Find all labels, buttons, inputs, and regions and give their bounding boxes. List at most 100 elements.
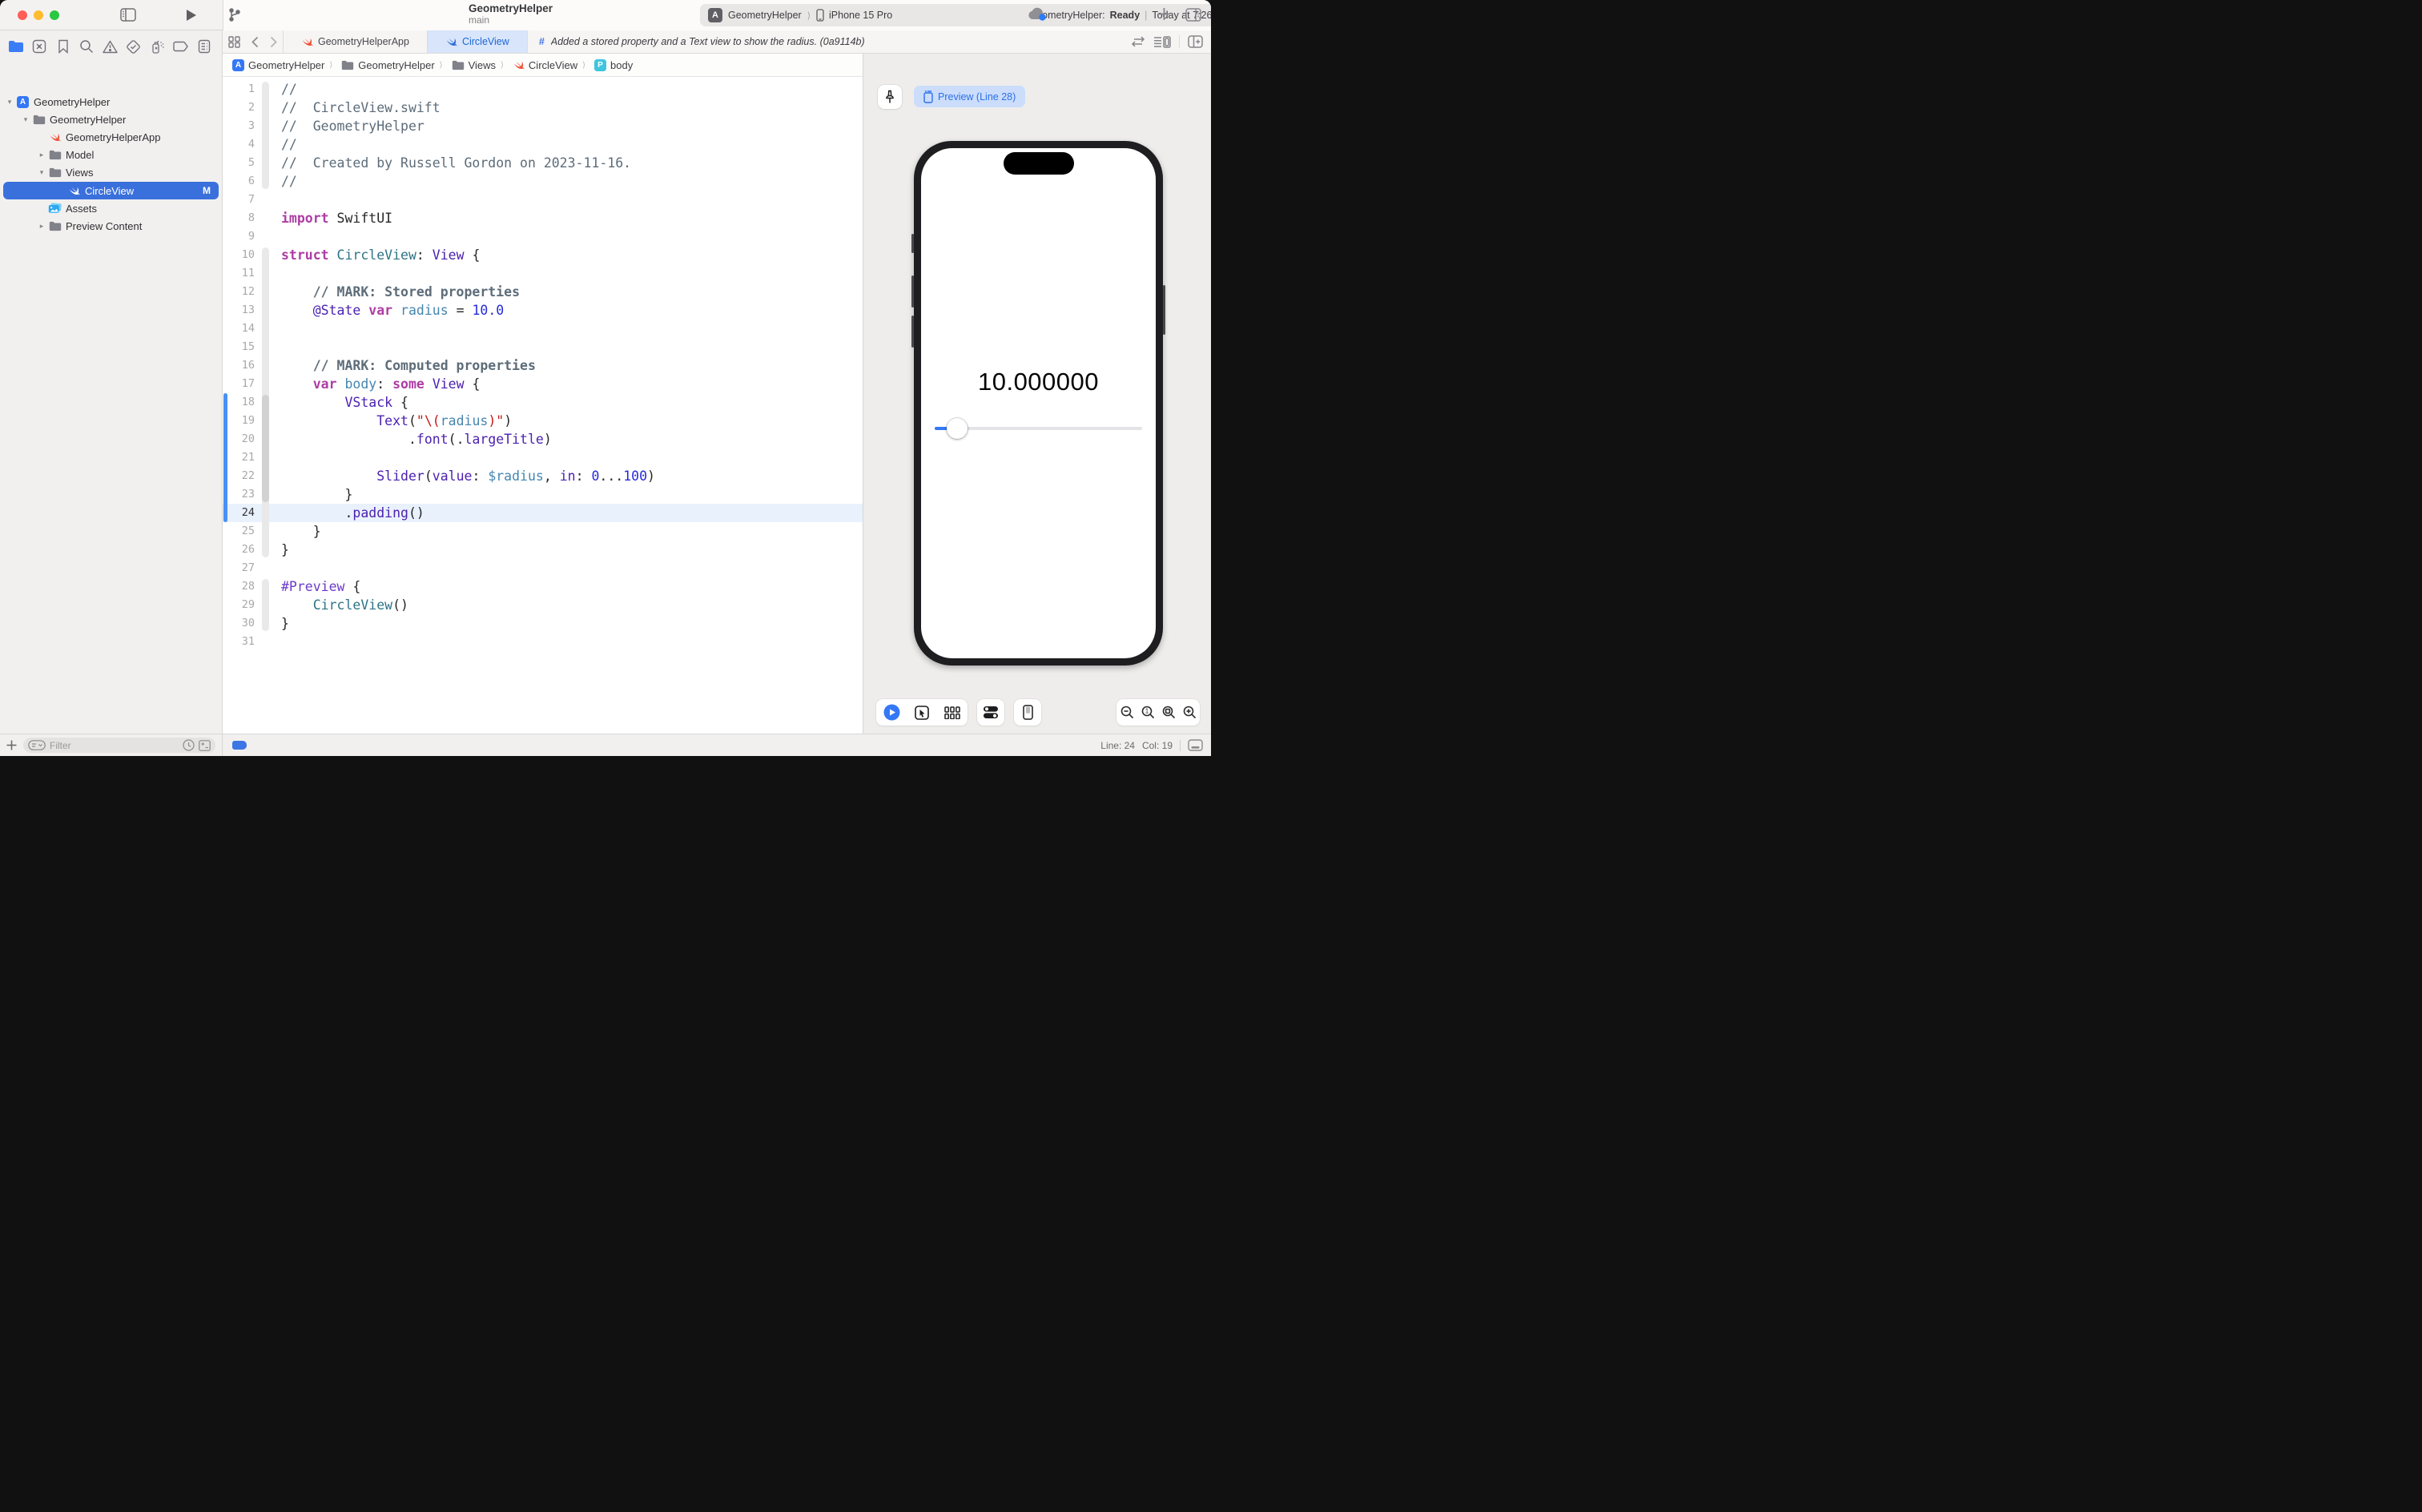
preview-device-button[interactable] (1014, 699, 1041, 726)
line-number[interactable]: 5 (223, 154, 261, 172)
zoom-100-icon[interactable]: 1 (1137, 699, 1158, 726)
breadcrumb-item-body[interactable]: ⟩Pbody (577, 59, 633, 71)
sidebar-item-assets[interactable]: Assets (0, 199, 222, 217)
code-line-15[interactable]: 15 (223, 338, 863, 356)
disclosure-open-icon[interactable]: ▾ (21, 115, 30, 124)
line-number[interactable]: 10 (223, 246, 261, 264)
disclosure-open-icon[interactable]: ▾ (5, 98, 14, 107)
code-line-6[interactable]: 6// (223, 172, 863, 191)
swap-editor-icon[interactable] (1131, 36, 1145, 47)
code-editor[interactable]: 1//2// CircleView.swift3// GeometryHelpe… (223, 77, 863, 734)
find-navigator-icon[interactable] (77, 37, 96, 56)
line-number[interactable]: 2 (223, 99, 261, 117)
line-number[interactable]: 12 (223, 283, 261, 301)
code-line-2[interactable]: 2// CircleView.swift (223, 99, 863, 117)
code-line-17[interactable]: 17 var body: some View { (223, 375, 863, 393)
code-line-30[interactable]: 30} (223, 614, 863, 633)
code-line-1[interactable]: 1// (223, 80, 863, 99)
line-number[interactable]: 1 (223, 80, 261, 99)
code-line-29[interactable]: 29 CircleView() (223, 596, 863, 614)
line-number[interactable]: 30 (223, 614, 261, 633)
code-line-26[interactable]: 26} (223, 541, 863, 559)
environment-overrides-icon[interactable] (977, 699, 1004, 726)
line-number[interactable]: 13 (223, 301, 261, 320)
code-line-25[interactable]: 25 } (223, 522, 863, 541)
keyboard-shortcuts-icon[interactable] (1188, 739, 1203, 751)
disclosure-open-icon[interactable]: ▾ (37, 168, 46, 177)
preview-jump-button[interactable]: Preview (Line 28) (914, 86, 1025, 107)
code-line-20[interactable]: 20 .font(.largeTitle) (223, 430, 863, 448)
code-line-23[interactable]: 23 } (223, 485, 863, 504)
line-number[interactable]: 16 (223, 356, 261, 375)
recent-files-clock-icon[interactable] (183, 739, 195, 751)
line-number[interactable]: 8 (223, 209, 261, 227)
sidebar-item-geometryhelper[interactable]: ▾GeometryHelper (0, 111, 222, 128)
line-number[interactable]: 27 (223, 559, 261, 577)
line-number[interactable]: 15 (223, 338, 261, 356)
line-number[interactable]: 28 (223, 577, 261, 596)
breakpoints-navigator-icon[interactable] (171, 37, 191, 56)
sidebar-item-geometryhelper[interactable]: ▾AGeometryHelper (0, 93, 222, 111)
line-number[interactable]: 26 (223, 541, 261, 559)
variants-preview-button[interactable] (937, 699, 968, 726)
line-number[interactable]: 6 (223, 172, 261, 191)
source-control-navigator-icon[interactable] (30, 37, 49, 56)
issues-navigator-icon[interactable] (101, 37, 120, 56)
bookmarks-navigator-icon[interactable] (54, 37, 73, 56)
breadcrumb-item-geometryhelper[interactable]: AGeometryHelper (232, 59, 324, 71)
live-preview-button[interactable] (876, 699, 907, 726)
code-line-27[interactable]: 27 (223, 559, 863, 577)
selectable-preview-button[interactable] (907, 699, 937, 726)
scheme-destination-bar[interactable]: A GeometryHelper ⟩ iPhone 15 Pro Geometr… (700, 4, 1211, 26)
breadcrumb-item-geometryhelper[interactable]: ⟩GeometryHelper (324, 59, 434, 71)
code-line-16[interactable]: 16 // MARK: Computed properties (223, 356, 863, 375)
sidebar-item-circleview[interactable]: CircleViewM (3, 182, 219, 199)
device-settings-button[interactable] (977, 699, 1004, 726)
code-line-18[interactable]: 18 VStack { (223, 393, 863, 412)
add-file-button[interactable] (6, 740, 17, 750)
disclosure-closed-icon[interactable]: ▸ (37, 222, 46, 231)
breadcrumb-item-circleview[interactable]: ⟩CircleView (496, 59, 577, 71)
code-line-13[interactable]: 13 @State var radius = 10.0 (223, 301, 863, 320)
minimize-window-button[interactable] (34, 10, 43, 20)
code-line-12[interactable]: 12 // MARK: Stored properties (223, 283, 863, 301)
pin-preview-button[interactable] (878, 85, 902, 109)
cloud-sync-icon[interactable] (1027, 6, 1048, 22)
reports-navigator-icon[interactable] (195, 37, 214, 56)
line-number[interactable]: 31 (223, 633, 261, 651)
line-number[interactable]: 17 (223, 375, 261, 393)
add-editor-button[interactable] (1157, 7, 1171, 21)
zoom-fit-icon[interactable] (1158, 699, 1179, 726)
code-line-14[interactable]: 14 (223, 320, 863, 338)
project-navigator-icon[interactable] (6, 37, 26, 56)
tab-overview-icon[interactable] (223, 36, 246, 48)
code-line-7[interactable]: 7 (223, 191, 863, 209)
line-number[interactable]: 11 (223, 264, 261, 283)
code-line-4[interactable]: 4// (223, 135, 863, 154)
line-number[interactable]: 4 (223, 135, 261, 154)
navigate-back-icon[interactable] (246, 36, 264, 48)
code-line-22[interactable]: 22 Slider(value: $radius, in: 0...100) (223, 467, 863, 485)
code-line-3[interactable]: 3// GeometryHelper (223, 117, 863, 135)
breadcrumb-item-views[interactable]: ⟩Views (435, 59, 496, 71)
radius-slider[interactable] (935, 417, 1142, 440)
line-number[interactable]: 18 (223, 393, 261, 412)
close-window-button[interactable] (18, 10, 27, 20)
code-line-5[interactable]: 5// Created by Russell Gordon on 2023-11… (223, 154, 863, 172)
line-number[interactable]: 25 (223, 522, 261, 541)
tests-navigator-icon[interactable] (124, 37, 143, 56)
device-icon[interactable] (1014, 699, 1041, 726)
sidebar-item-model[interactable]: ▸Model (0, 147, 222, 164)
code-line-28[interactable]: 28#Preview { (223, 577, 863, 596)
source-control-change-indicator[interactable] (232, 741, 247, 750)
zoom-window-button[interactable] (50, 10, 59, 20)
line-number[interactable]: 21 (223, 448, 261, 467)
tab-geometryhelperapp[interactable]: GeometryHelperApp (284, 30, 428, 53)
line-number[interactable]: 19 (223, 412, 261, 430)
code-line-9[interactable]: 9 (223, 227, 863, 246)
zoom-out-icon[interactable] (1116, 699, 1137, 726)
tab-circleview[interactable]: CircleView (428, 30, 528, 53)
zoom-in-icon[interactable] (1179, 699, 1200, 726)
sidebar-item-geometryhelperapp[interactable]: GeometryHelperApp (0, 128, 222, 146)
sidebar-item-preview-content[interactable]: ▸Preview Content (0, 217, 222, 235)
